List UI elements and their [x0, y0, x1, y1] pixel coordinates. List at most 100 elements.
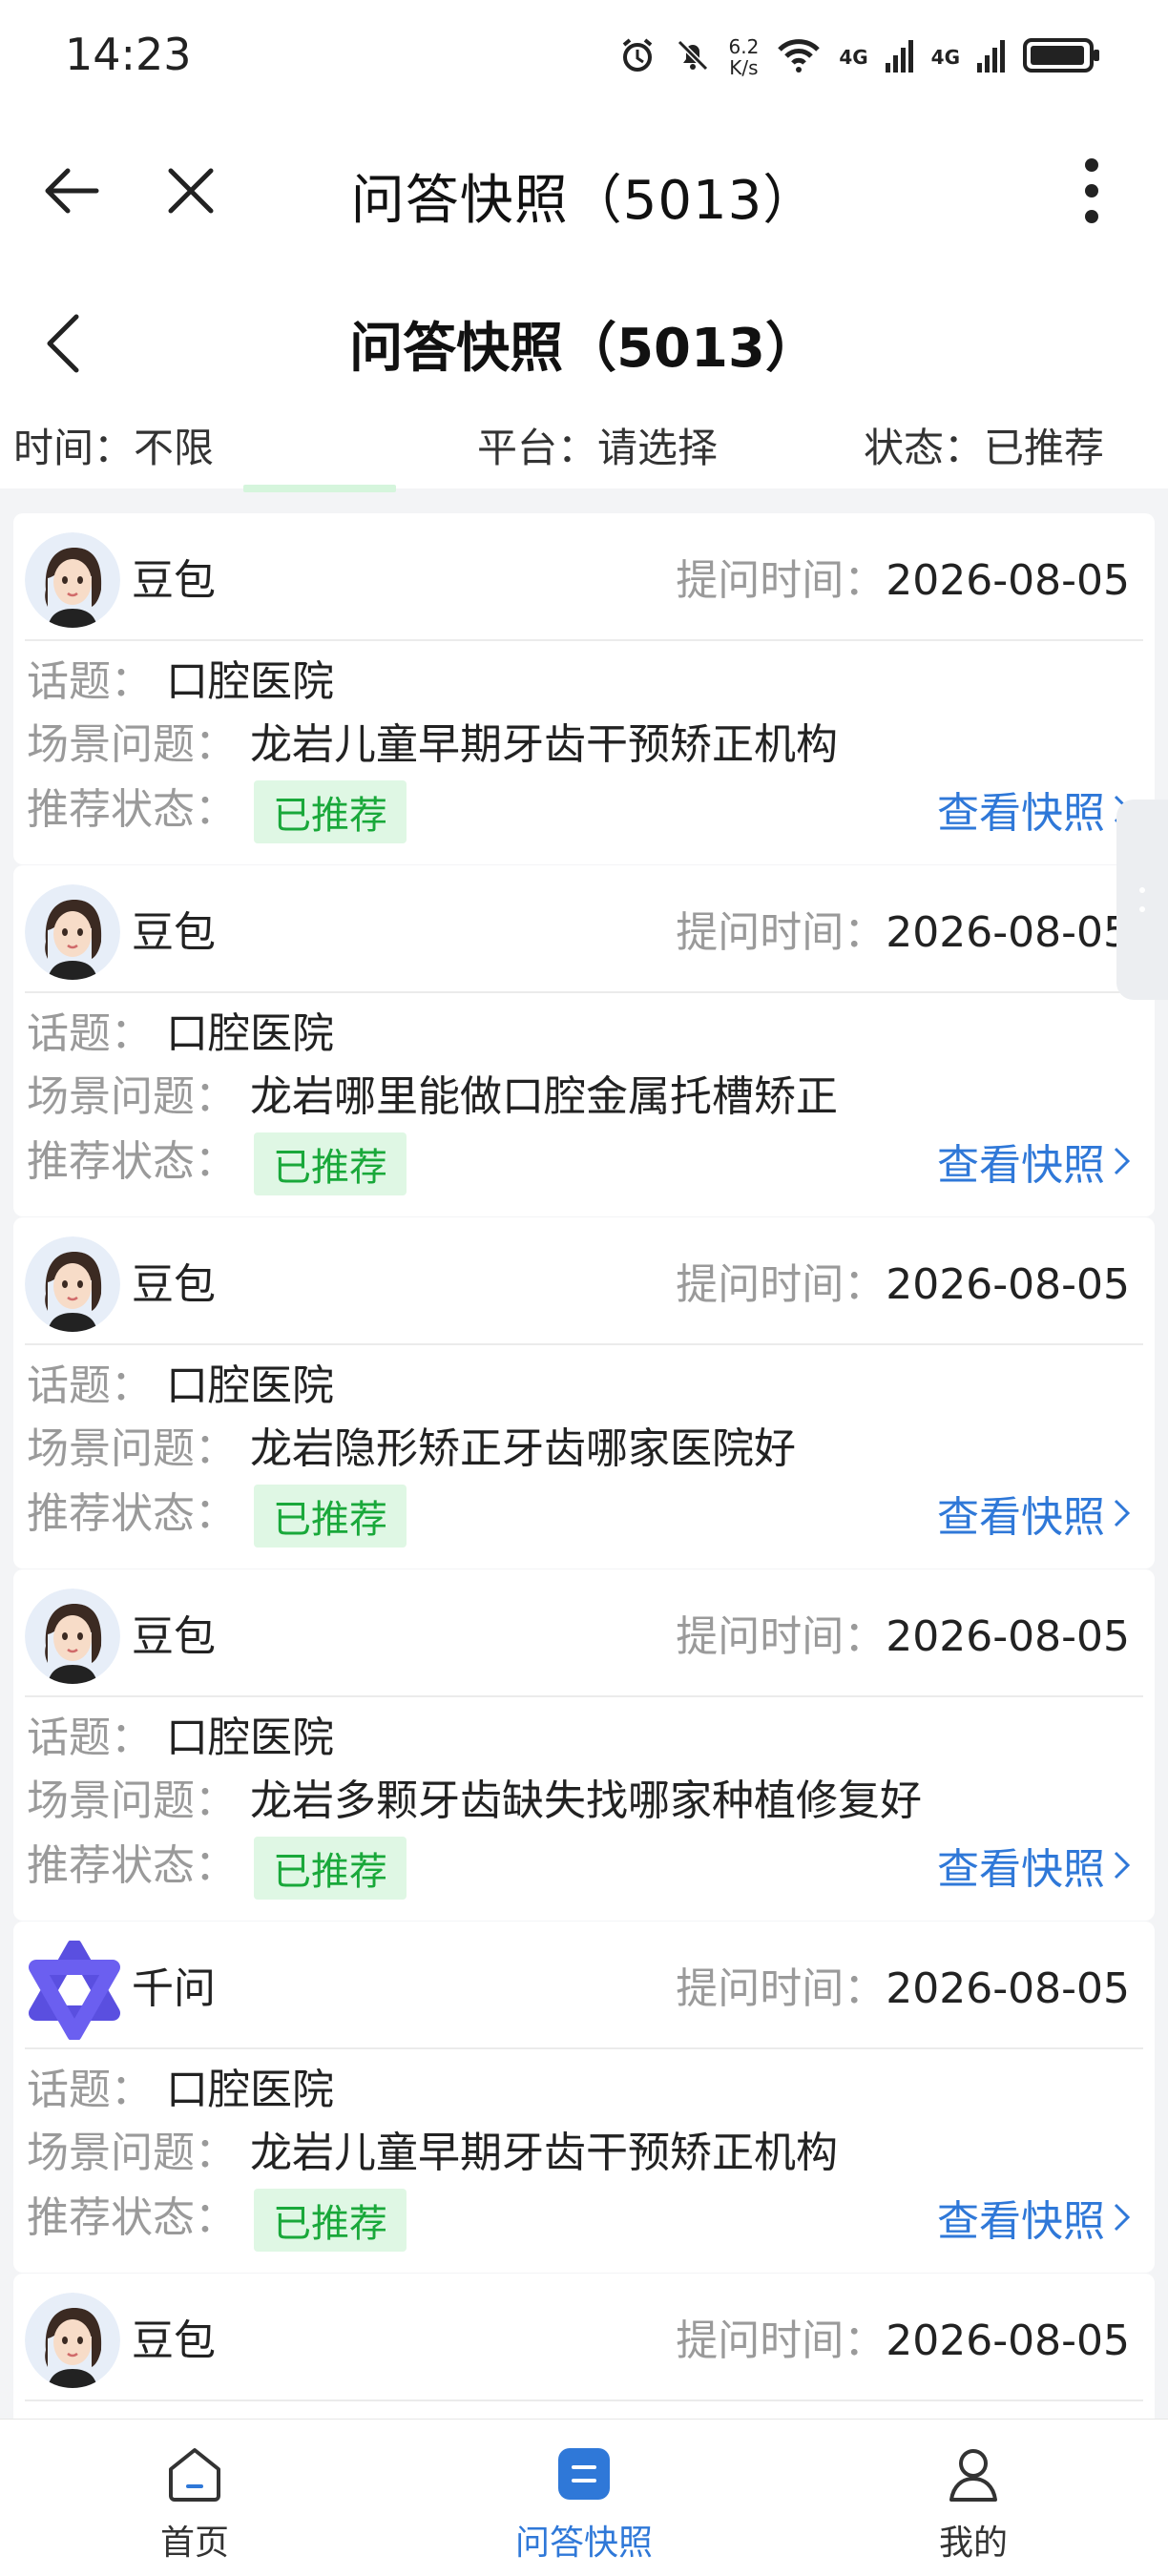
handle-dot — [1139, 906, 1145, 912]
divider — [25, 639, 1143, 641]
ask-time-value: 2026-08-05 — [886, 556, 1130, 605]
doubao-avatar — [25, 884, 120, 980]
filter-status[interactable]: 状态：已推荐 — [864, 416, 1104, 474]
view-snapshot-label: 查看快照 — [937, 1493, 1105, 1542]
topic-value: 口腔医院 — [166, 1714, 334, 1762]
wifi-icon — [776, 36, 822, 78]
bot-name: 豆包 — [132, 556, 216, 605]
divider — [25, 2399, 1143, 2401]
question-label: 场景问题： — [27, 1424, 237, 1473]
view-snapshot-link[interactable]: 查看快照 — [937, 1131, 1132, 1192]
status-label: 推荐状态： — [27, 2193, 237, 2242]
status-badge: 已推荐 — [254, 1132, 407, 1195]
tab-home[interactable]: 首页 — [0, 2420, 389, 2576]
handle-dot — [1139, 887, 1145, 893]
question-row: 场景问题： 龙岩哪里能做口腔金属托槽矫正 — [27, 1062, 838, 1123]
status-label: 推荐状态： — [27, 785, 237, 834]
status-badge: 已推荐 — [254, 1485, 407, 1548]
list-item[interactable]: 千问 提问时间：2026-08-05 话题： 口腔医院 场景问题： 龙岩儿童早期牙齿… — [13, 1922, 1155, 2273]
question-row: 场景问题： 龙岩儿童早期牙齿干预矫正机构 — [27, 710, 838, 771]
bot-name: 豆包 — [132, 908, 216, 957]
list-item[interactable]: 豆包 提问时间：2026-08-05 话题： 口腔医院 场景问题： 龙岩隐形矫正牙齿… — [13, 1217, 1155, 1568]
list-item[interactable]: 豆包 提问时间：2026-08-05 话题： 口腔医院 场景问题： 龙岩儿童早期牙齿… — [13, 513, 1155, 864]
question-label: 场景问题： — [27, 1776, 237, 1825]
topic-value: 口腔医院 — [166, 2066, 334, 2114]
ask-time-value: 2026-08-05 — [886, 1260, 1130, 1309]
topic-row: 话题： 口腔医院 — [27, 2055, 334, 2116]
floating-side-handle[interactable] — [1116, 800, 1168, 1000]
view-snapshot-label: 查看快照 — [937, 789, 1105, 838]
filter-status-value: 已推荐 — [984, 425, 1105, 471]
battery-icon — [1023, 36, 1101, 78]
question-label: 场景问题： — [27, 720, 237, 769]
question-label: 场景问题： — [27, 1072, 237, 1121]
doubao-avatar — [25, 1236, 120, 1332]
user-icon — [944, 2444, 1003, 2503]
doubao-avatar — [25, 1589, 120, 1684]
question-value: 龙岩儿童早期牙齿干预矫正机构 — [250, 720, 838, 769]
topic-label: 话题： — [27, 657, 153, 706]
status-row: 推荐状态： 已推荐 — [27, 2183, 407, 2252]
tab-home-label: 首页 — [159, 2524, 229, 2563]
status-row: 推荐状态： 已推荐 — [27, 1479, 407, 1548]
chevron-right-icon — [1114, 1499, 1131, 1527]
qianwen-logo — [25, 1939, 124, 2042]
filter-time[interactable]: 时间：不限 — [13, 416, 214, 474]
home-icon — [165, 2444, 224, 2503]
doubao-avatar — [25, 2293, 120, 2388]
status-row: 推荐状态： 已推荐 — [27, 1831, 407, 1900]
topic-label: 话题： — [27, 1009, 153, 1058]
more-vertical-icon[interactable] — [1073, 153, 1111, 229]
signal-icon — [885, 38, 914, 76]
chevron-right-icon — [1114, 2203, 1131, 2232]
bot-name: 豆包 — [132, 2316, 216, 2365]
topic-value: 口腔医院 — [166, 1361, 334, 1410]
filter-platform[interactable]: 平台：请选择 — [477, 416, 718, 474]
divider — [25, 1343, 1143, 1345]
ask-time-value: 2026-08-05 — [886, 2316, 1130, 2365]
mute-icon — [674, 36, 712, 78]
question-label: 场景问题： — [27, 2129, 237, 2177]
chevron-right-icon — [1114, 1851, 1131, 1880]
view-snapshot-label: 查看快照 — [937, 2197, 1105, 2246]
list-item[interactable]: 豆包 提问时间：2026-08-05 话题： 口腔医院 场景问题： 龙岩哪里能做口腔… — [13, 865, 1155, 1216]
tab-bar: 首页 问答快照 我的 — [0, 2419, 1168, 2576]
question-value: 龙岩儿童早期牙齿干预矫正机构 — [250, 2129, 838, 2177]
tab-qa-label: 问答快照 — [514, 2524, 653, 2563]
signal-icon — [977, 38, 1006, 76]
ask-time-label: 提问时间： — [676, 1260, 886, 1309]
view-snapshot-link[interactable]: 查看快照 — [937, 1483, 1132, 1544]
filter-time-value: 不限 — [134, 425, 215, 471]
question-value: 龙岩多颗牙齿缺失找哪家种植修复好 — [250, 1776, 922, 1825]
alarm-icon — [618, 36, 657, 78]
topic-row: 话题： 口腔医院 — [27, 1351, 334, 1412]
status-badge: 已推荐 — [254, 2189, 407, 2252]
question-value: 龙岩哪里能做口腔金属托槽矫正 — [250, 1072, 838, 1121]
tab-qa-snapshot[interactable]: 问答快照 — [389, 2420, 779, 2576]
view-snapshot-link[interactable]: 查看快照 — [937, 779, 1132, 840]
snapshot-list[interactable]: 豆包 提问时间：2026-08-05 话题： 口腔医院 场景问题： 龙岩儿童早期牙齿… — [0, 506, 1168, 2419]
ask-time-label: 提问时间： — [676, 556, 886, 605]
view-snapshot-link[interactable]: 查看快照 — [937, 2187, 1132, 2248]
tab-me[interactable]: 我的 — [779, 2420, 1168, 2576]
filter-time-label: 时间： — [13, 425, 135, 471]
net-label-1: 4G — [839, 46, 868, 69]
status-icons: 6.2 K/s 4G 4G — [618, 29, 1102, 86]
topic-label: 话题： — [27, 1714, 153, 1762]
net-label-2: 4G — [930, 46, 960, 69]
topic-value: 口腔医院 — [166, 1009, 334, 1058]
speed-value: 6.2 — [728, 35, 760, 58]
topic-row: 话题： 口腔医院 — [27, 1703, 334, 1764]
nav-bar: 问答快照（5013） — [0, 114, 1168, 267]
ask-time-value: 2026-08-05 — [886, 908, 1130, 957]
view-snapshot-link[interactable]: 查看快照 — [937, 1835, 1132, 1896]
ask-time-label: 提问时间： — [676, 1964, 886, 2013]
ask-time: 提问时间：2026-08-05 — [676, 1954, 1130, 2015]
bot-name: 豆包 — [132, 1260, 216, 1309]
divider — [25, 1695, 1143, 1697]
status-bar: 14:23 6.2 K/s 4G 4G — [0, 0, 1168, 114]
question-row: 场景问题： 龙岩隐形矫正牙齿哪家医院好 — [27, 1414, 796, 1475]
list-item[interactable]: 豆包 提问时间：2026-08-05 话题： 口腔医院 场景问题： 龙岩多颗牙齿缺失… — [13, 1569, 1155, 1921]
question-row: 场景问题： 龙岩多颗牙齿缺失找哪家种植修复好 — [27, 1766, 922, 1827]
list-item[interactable]: 豆包 提问时间：2026-08-05 — [13, 2274, 1155, 2419]
